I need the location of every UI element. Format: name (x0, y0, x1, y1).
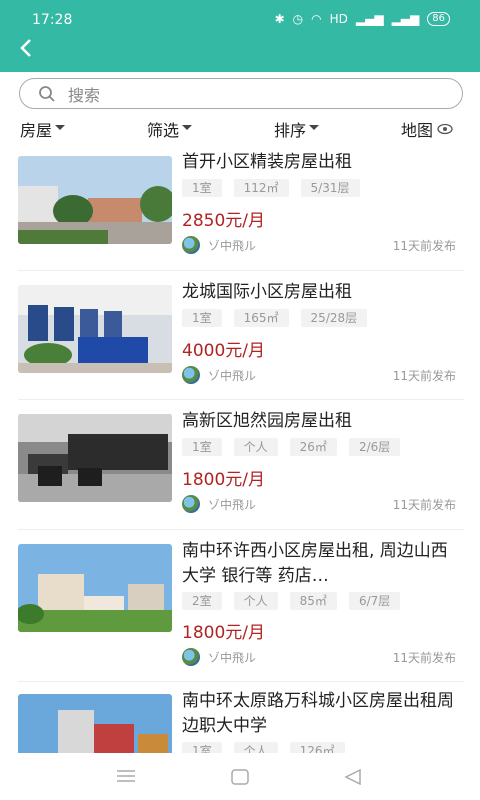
eye-icon (437, 123, 453, 135)
search-input[interactable]: 搜索 (19, 78, 463, 109)
listing-tag: 112㎡ (233, 179, 289, 197)
listing-title: 南中环许西小区房屋出租, 周边山西大学 银行等 药店… (182, 541, 448, 586)
caret-down-icon (182, 124, 193, 130)
listing-photo (18, 156, 172, 244)
listing-tag: 6/7层 (348, 592, 401, 610)
listing-photo (18, 414, 172, 502)
listing-tag: 个人 (233, 592, 278, 610)
back-icon[interactable] (344, 769, 362, 785)
system-nav-bar (0, 753, 480, 800)
hd-label: HD (329, 12, 348, 26)
battery-icon: 86 (427, 12, 450, 26)
status-icons: ✱ ◷ ◠ HD ▂▄▆ ▂▄▆ 86 (275, 12, 450, 26)
menu-icon[interactable] (117, 769, 135, 783)
listing-date: 11天前发布 (392, 239, 456, 253)
status-time: 17:28 (32, 12, 73, 28)
author-name: ゾ中飛ル (208, 238, 257, 253)
listing-title: 龙城国际小区房屋出租 (182, 282, 352, 302)
filter-bar: 房屋 筛选 排序 地图 (0, 113, 480, 143)
listing-tag: 2室 (182, 592, 222, 610)
filter-label: 房屋 (20, 121, 53, 140)
search-placeholder: 搜索 (68, 85, 101, 105)
avatar (182, 648, 200, 666)
listing-title: 首开小区精装房屋出租 (182, 152, 352, 172)
avatar (182, 236, 200, 254)
listing-photo (18, 694, 172, 753)
back-arrow-icon[interactable] (14, 36, 38, 60)
listing-price: 1800元/月 (182, 623, 265, 643)
listing-author: ゾ中飛ル (182, 648, 256, 666)
listing-price: 4000元/月 (182, 341, 265, 361)
filter-label: 地图 (401, 121, 434, 140)
signal-icon: ▂▄▆ (355, 12, 384, 26)
avatar (182, 366, 200, 384)
listing-photo (18, 285, 172, 373)
listing-tags: 1室 个人 26㎡ 2/6层 (182, 438, 401, 456)
author-name: ゾ中飛ル (208, 497, 257, 512)
listing-price: 2850元/月 (182, 211, 265, 231)
listing-title: 高新区旭然园房屋出租 (182, 411, 352, 431)
status-bar: 17:28 ✱ ◷ ◠ HD ▂▄▆ ▂▄▆ 86 (0, 0, 480, 36)
listing-tags: 1室 165㎡ 25/28层 (182, 309, 368, 327)
listing-tags: 2室 个人 85㎡ 6/7层 (182, 592, 401, 610)
signal-icon-2: ▂▄▆ (391, 12, 420, 26)
listing-tag: 1室 (182, 179, 222, 197)
filter-label: 排序 (274, 121, 307, 140)
listing-tags: 1室 112㎡ 5/31层 (182, 179, 360, 197)
alarm-icon: ◷ (292, 12, 304, 26)
filter-label: 筛选 (147, 121, 180, 140)
listing-author: ゾ中飛ル (182, 495, 256, 513)
search-icon (39, 85, 55, 102)
filter-screen[interactable]: 筛选 (147, 117, 193, 141)
listing-date: 11天前发布 (392, 498, 456, 512)
listing-title: 南中环太原路万科城小区房屋出租周边职大中学 (182, 691, 454, 736)
listing-list: 首开小区精装房屋出租 1室 112㎡ 5/31层 2850元/月 ゾ中飛ル 11… (0, 145, 480, 753)
listing-author: ゾ中飛ル (182, 366, 256, 384)
listing-date: 11天前发布 (392, 369, 456, 383)
listing-date: 11天前发布 (392, 651, 456, 665)
listing-tag: 个人 (233, 742, 278, 753)
listing-tag: 26㎡ (289, 438, 337, 456)
listing-tag: 85㎡ (289, 592, 337, 610)
listing-tag: 126㎡ (289, 742, 345, 753)
listing-tag: 1室 (182, 742, 222, 753)
bluetooth-icon: ✱ (274, 12, 285, 26)
divider (18, 399, 464, 400)
filter-sort[interactable]: 排序 (274, 117, 320, 141)
app-header: 17:28 ✱ ◷ ◠ HD ▂▄▆ ▂▄▆ 86 (0, 0, 480, 72)
listing-tags: 1室 个人 126㎡ (182, 742, 345, 753)
listing-author: ゾ中飛ル (182, 236, 256, 254)
listing-photo (18, 544, 172, 632)
author-name: ゾ中飛ル (208, 650, 257, 665)
listing-tag: 25/28层 (300, 309, 368, 327)
filter-map[interactable]: 地图 (401, 117, 453, 141)
filter-house-type[interactable]: 房屋 (20, 117, 66, 141)
listing-tag: 5/31层 (300, 179, 360, 197)
divider (18, 270, 464, 271)
listing-tag: 个人 (233, 438, 278, 456)
home-icon[interactable] (231, 769, 249, 785)
listing-tag: 165㎡ (233, 309, 289, 327)
author-name: ゾ中飛ル (208, 368, 257, 383)
listing-tag: 1室 (182, 309, 222, 327)
caret-down-icon (309, 124, 320, 130)
avatar (182, 495, 200, 513)
caret-down-icon (55, 124, 66, 130)
wifi-icon: ◠ (311, 12, 322, 26)
divider (18, 529, 464, 530)
divider (18, 681, 464, 682)
listing-tag: 1室 (182, 438, 222, 456)
listing-tag: 2/6层 (348, 438, 401, 456)
listing-price: 1800元/月 (182, 470, 265, 490)
